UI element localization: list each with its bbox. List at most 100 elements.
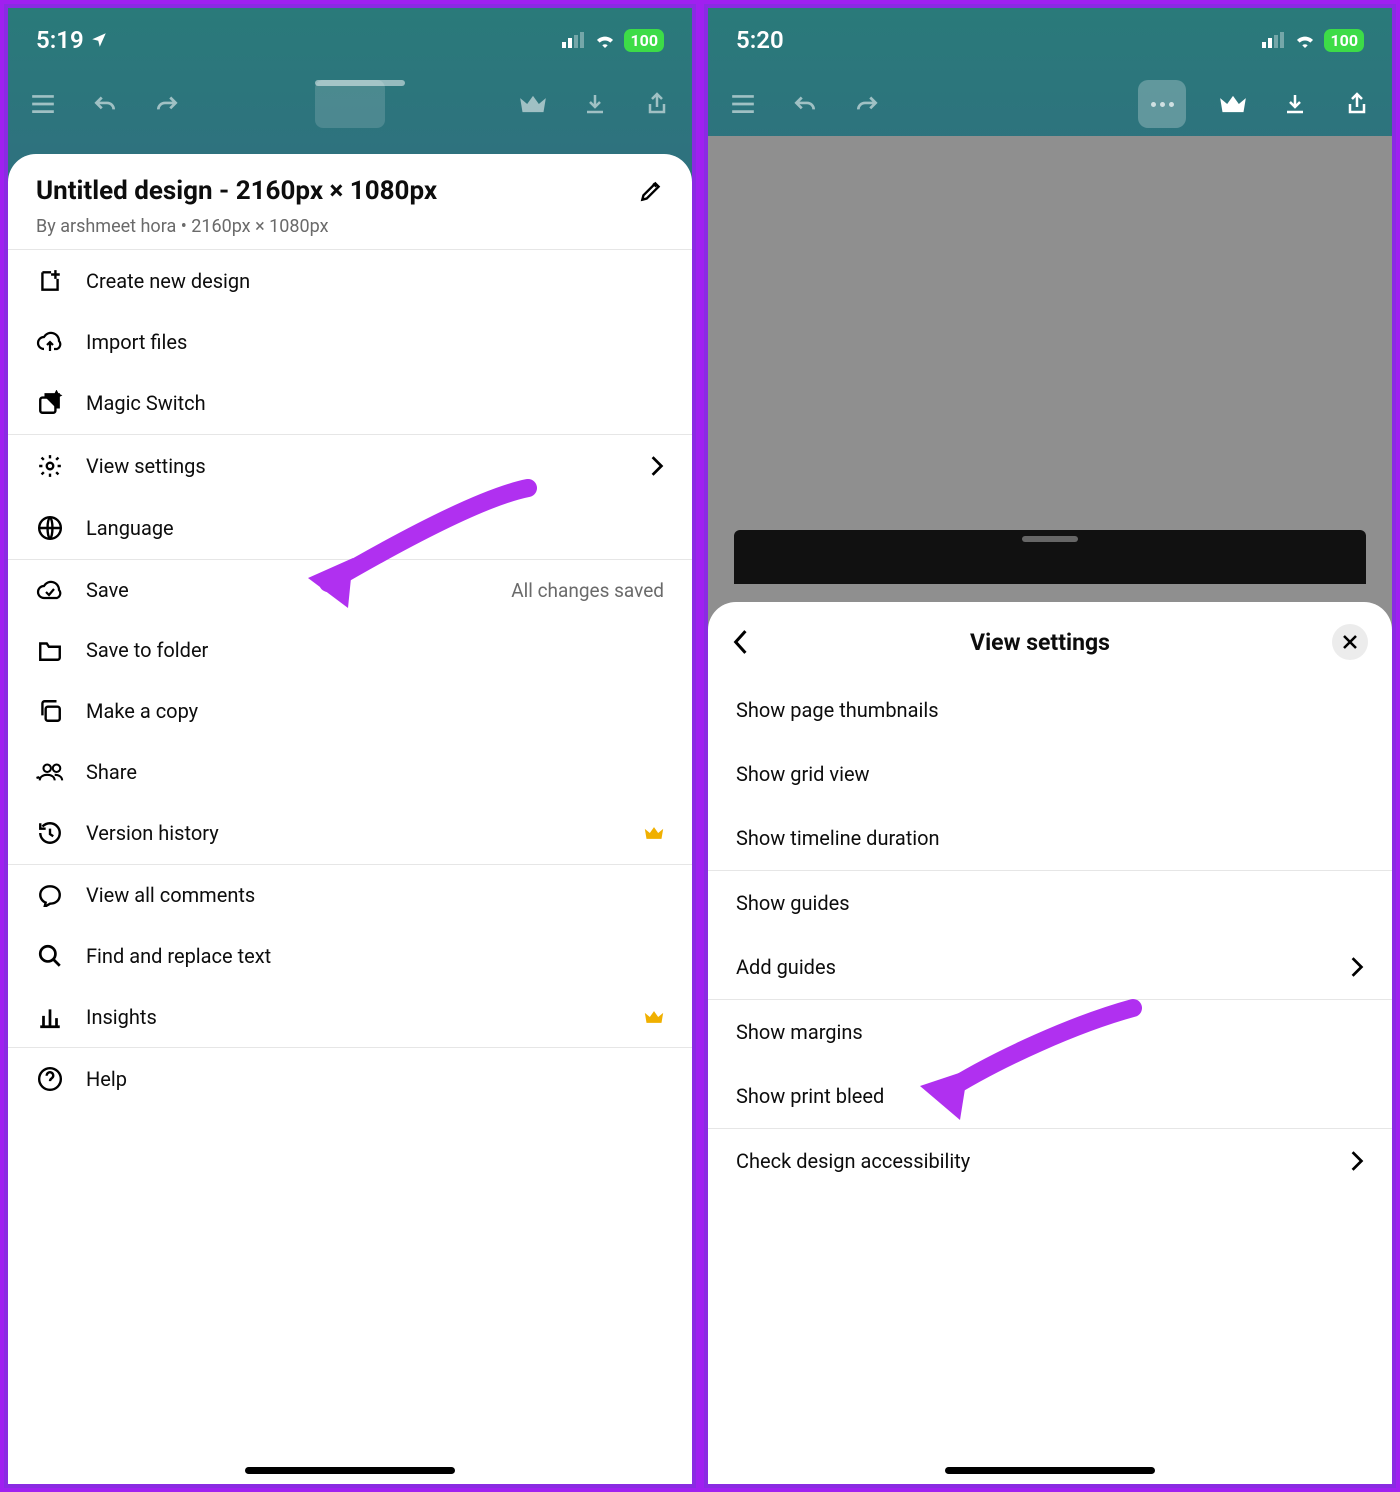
row-label: Magic Switch: [86, 391, 664, 415]
undo-icon[interactable]: [790, 93, 820, 115]
view-settings-row[interactable]: View settings: [8, 435, 692, 497]
clock-text: 5:19: [36, 26, 84, 54]
search-icon: [36, 943, 64, 969]
design-menu-sheet: Untitled design - 2160px × 1080px By ars…: [8, 154, 692, 1484]
chevron-right-icon: [1350, 956, 1364, 978]
row-label: View settings: [86, 454, 628, 478]
show-grid-row[interactable]: Show grid view: [708, 742, 1392, 806]
sheet-header: Untitled design - 2160px × 1080px By ars…: [8, 154, 692, 249]
copy-icon: [36, 698, 64, 724]
status-icons: 100: [1262, 29, 1364, 52]
row-label: Save to folder: [86, 638, 664, 662]
page-pill-box[interactable]: [315, 80, 385, 128]
premium-crown-icon: [644, 1009, 664, 1025]
chevron-right-icon: [1350, 1150, 1364, 1172]
show-thumbnails-row[interactable]: Show page thumbnails: [708, 678, 1392, 742]
show-guides-row[interactable]: Show guides: [708, 871, 1392, 935]
add-guides-row[interactable]: Add guides: [708, 935, 1392, 999]
wifi-icon: [594, 32, 616, 48]
share-icon[interactable]: [1342, 91, 1372, 117]
phone-right: 5:20 100 View settings Show page thumbna…: [704, 4, 1396, 1488]
people-icon: [36, 760, 64, 784]
row-label: Show margins: [736, 1020, 863, 1044]
cloud-check-icon: [36, 579, 64, 601]
magic-switch-icon: [36, 390, 64, 416]
vs-group-2: Show guides Add guides: [708, 870, 1392, 999]
undo-icon[interactable]: [90, 93, 120, 115]
save-to-folder-row[interactable]: Save to folder: [8, 620, 692, 680]
help-row[interactable]: Help: [8, 1048, 692, 1110]
show-margins-row[interactable]: Show margins: [708, 1000, 1392, 1064]
share-row[interactable]: Share: [8, 742, 692, 802]
menu-group-2: View settings Language: [8, 434, 692, 559]
make-copy-row[interactable]: Make a copy: [8, 680, 692, 742]
row-label: Show guides: [736, 891, 850, 915]
redo-icon[interactable]: [852, 93, 882, 115]
menu-icon[interactable]: [728, 94, 758, 114]
menu-icon[interactable]: [28, 94, 58, 114]
view-settings-sheet: View settings Show page thumbnails Show …: [708, 602, 1392, 1484]
row-label: Show timeline duration: [736, 826, 940, 850]
drag-handle-icon[interactable]: [1022, 536, 1078, 542]
row-label: Import files: [86, 330, 664, 354]
language-row[interactable]: Language: [8, 497, 692, 559]
back-button[interactable]: [732, 629, 748, 655]
insights-row[interactable]: Insights: [8, 987, 692, 1047]
home-indicator: [945, 1467, 1155, 1474]
download-icon[interactable]: [580, 92, 610, 116]
menu-group-5: Help: [8, 1047, 692, 1110]
status-bar: 5:19 100: [8, 8, 692, 72]
view-comments-row[interactable]: View all comments: [8, 865, 692, 925]
vs-group-3: Show margins Show print bleed: [708, 999, 1392, 1128]
edit-title-icon[interactable]: [638, 178, 664, 204]
globe-icon: [36, 515, 64, 541]
row-label: Find and replace text: [86, 944, 664, 968]
show-bleed-row[interactable]: Show print bleed: [708, 1064, 1392, 1128]
signal-icon: [562, 32, 586, 48]
row-label: Share: [86, 760, 664, 784]
row-label: Show grid view: [736, 762, 870, 786]
vs-group-4: Check design accessibility: [708, 1128, 1392, 1193]
view-settings-header: View settings: [708, 602, 1392, 678]
save-row[interactable]: Save All changes saved: [8, 560, 692, 620]
menu-group-1: Create new design Import files Magic Swi…: [8, 249, 692, 434]
battery-badge: 100: [1324, 29, 1364, 52]
chart-icon: [36, 1005, 64, 1029]
battery-badge: 100: [624, 29, 664, 52]
cloud-upload-icon: [36, 330, 64, 354]
save-status: All changes saved: [511, 579, 664, 602]
row-label: Check design accessibility: [736, 1149, 970, 1173]
comment-icon: [36, 883, 64, 907]
more-button[interactable]: [1138, 80, 1186, 128]
version-history-row[interactable]: Version history: [8, 802, 692, 864]
show-timeline-row[interactable]: Show timeline duration: [708, 806, 1392, 870]
download-icon[interactable]: [1280, 92, 1310, 116]
row-label: Save: [86, 578, 489, 602]
status-bar: 5:20 100: [708, 8, 1392, 72]
history-icon: [36, 820, 64, 846]
folder-icon: [36, 639, 64, 661]
crown-icon[interactable]: [1218, 93, 1248, 115]
create-icon: [36, 268, 64, 294]
import-files-row[interactable]: Import files: [8, 312, 692, 372]
check-accessibility-row[interactable]: Check design accessibility: [708, 1129, 1392, 1193]
editor-toolbar: [708, 72, 1392, 136]
redo-icon[interactable]: [152, 93, 182, 115]
row-label: Version history: [86, 821, 622, 845]
status-time: 5:20: [736, 26, 784, 54]
close-button[interactable]: [1332, 624, 1368, 660]
find-replace-row[interactable]: Find and replace text: [8, 925, 692, 987]
row-label: View all comments: [86, 883, 664, 907]
row-label: Show page thumbnails: [736, 698, 939, 722]
row-label: Add guides: [736, 955, 836, 979]
page-strip[interactable]: [734, 530, 1366, 584]
magic-switch-row[interactable]: Magic Switch: [8, 372, 692, 434]
wifi-icon: [1294, 32, 1316, 48]
design-title: Untitled design - 2160px × 1080px: [36, 176, 437, 206]
share-icon[interactable]: [642, 91, 672, 117]
crown-icon[interactable]: [518, 93, 548, 115]
create-new-design-row[interactable]: Create new design: [8, 250, 692, 312]
vs-group-1: Show page thumbnails Show grid view Show…: [708, 678, 1392, 870]
row-label: Help: [86, 1067, 664, 1091]
premium-crown-icon: [644, 825, 664, 841]
